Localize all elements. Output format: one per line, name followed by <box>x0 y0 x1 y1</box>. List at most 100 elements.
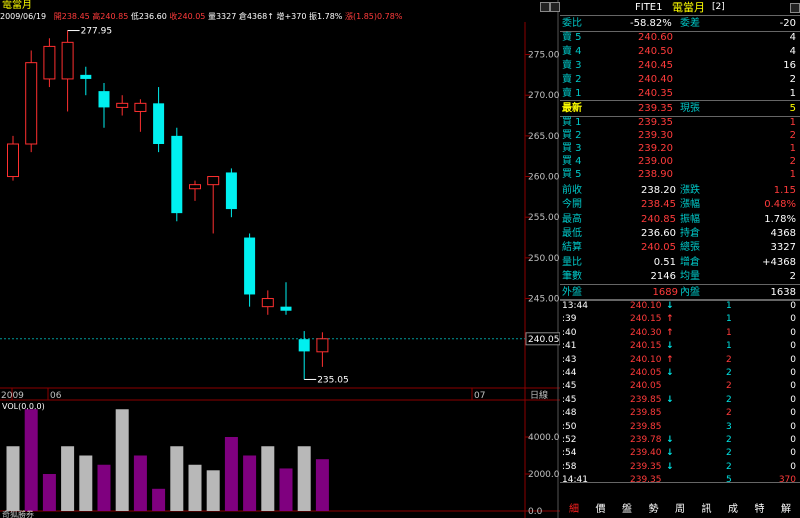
ask-price[interactable]: 240.35 <box>638 86 673 101</box>
tick-vol: 2 <box>726 408 732 419</box>
tick-oi: 0 <box>790 408 796 419</box>
tick-row: 13:44 240.10 ↓ 1 0 <box>560 300 800 313</box>
inner-value: 1638 <box>770 287 796 298</box>
tick-price: 239.85 <box>630 394 662 405</box>
price-axis-label: 245.00 <box>528 295 560 305</box>
volume-bar <box>315 459 329 511</box>
tick-time: :44 <box>562 368 577 378</box>
tab-3[interactable]: 勢 <box>642 503 666 517</box>
info-chg-pct: 0.78% <box>377 12 403 21</box>
tick-row: :44 240.05 ↓ 2 0 <box>560 367 800 380</box>
volume-bar <box>24 409 38 511</box>
volume-bar <box>133 455 147 511</box>
ask-price[interactable]: 240.40 <box>638 72 673 87</box>
tab-8[interactable]: 解 <box>774 503 798 517</box>
stat-value: 236.60 <box>641 227 676 239</box>
ask-vol: 2 <box>789 74 796 85</box>
chart-minimize-button[interactable] <box>540 2 550 12</box>
bid-row: 買 2 239.30 2 <box>560 128 800 141</box>
tick-row: :52 239.78 ↓ 2 0 <box>560 434 800 447</box>
candle-body <box>80 74 92 79</box>
tick-oi: 0 <box>790 448 796 459</box>
tick-time: 13:44 <box>562 301 588 311</box>
tick-time: :54 <box>562 448 577 459</box>
last-label: 最新 <box>562 103 582 114</box>
cur-vol-label: 現張 <box>680 103 700 114</box>
tick-time: :58 <box>562 461 577 472</box>
ask-label: 賣 5 <box>562 32 582 43</box>
tick-arrow-icon: ↓ <box>666 341 674 352</box>
tick-oi: 0 <box>790 301 796 311</box>
last-price: 239.35 <box>638 103 673 114</box>
stat-label-2: 均量 <box>680 270 700 282</box>
price-axis-label: 250.00 <box>528 254 560 264</box>
tab-6[interactable]: 成 <box>721 503 745 517</box>
tick-arrow-icon: ↓ <box>666 435 674 445</box>
ask-vol: 4 <box>789 46 796 57</box>
tick-oi: 0 <box>790 314 796 325</box>
tick-vol: 2 <box>726 394 732 405</box>
ask-price[interactable]: 240.50 <box>638 44 673 59</box>
info-oi-arrow: ↑ <box>267 12 274 21</box>
quote-name: 電當月 <box>672 1 705 14</box>
info-oi: 4368 <box>246 12 268 21</box>
tick-vol: 3 <box>726 421 732 432</box>
candle-body <box>153 103 165 144</box>
info-inc: +370 <box>284 12 307 21</box>
stat-value: 238.20 <box>641 185 676 196</box>
quote-close-button[interactable] <box>790 3 800 13</box>
tick-row: :50 239.85 3 0 <box>560 421 800 434</box>
stat-label: 最高 <box>562 213 582 225</box>
tick-arrow-icon: ↓ <box>666 394 674 405</box>
tick-time: :45 <box>562 381 577 392</box>
quote-symbol: FITE1 <box>635 2 663 13</box>
ratio-label: 委比 <box>562 18 582 29</box>
volume-axis-label: 2000.0 <box>528 470 560 480</box>
ask-price[interactable]: 240.45 <box>638 58 673 73</box>
tick-vol: 1 <box>726 301 732 311</box>
volume-bar <box>243 455 257 511</box>
tick-separator <box>560 299 800 300</box>
tick-separator-bottom <box>560 482 800 483</box>
tick-arrow-icon: ↑ <box>666 314 674 325</box>
tick-time: :52 <box>562 435 577 445</box>
volume-axis-label: 0.0 <box>528 507 543 517</box>
ask-row: 賣 4 240.50 4 <box>560 44 800 58</box>
tab-5[interactable]: 訊 <box>695 503 719 517</box>
tick-row: :39 240.15 ↑ 1 0 <box>560 313 800 326</box>
tick-arrow-icon: ↑ <box>666 327 674 338</box>
inner-label: 內盤 <box>680 287 700 298</box>
price-axis-label: 255.00 <box>528 213 560 223</box>
info-date: 2009/06/19 <box>0 12 47 21</box>
stat-row: 量比 0.51 增倉 +4368 <box>560 255 800 269</box>
tab-0[interactable]: 細 <box>562 503 586 517</box>
date-axis-month-start: 06 <box>50 391 62 401</box>
stat-row: 最高 240.85 振幅 1.78% <box>560 212 800 226</box>
tick-arrow-icon: ↓ <box>666 448 674 459</box>
chart-close-button[interactable] <box>550 2 560 12</box>
stat-value: 238.45 <box>641 199 676 211</box>
candle-body <box>261 298 274 308</box>
outer-label: 外盤 <box>562 287 582 298</box>
tick-oi: 0 <box>790 327 796 338</box>
tab-2[interactable]: 盤 <box>615 503 639 517</box>
candle-body <box>171 135 183 214</box>
tick-oi: 0 <box>790 341 796 352</box>
ask-price[interactable]: 240.60 <box>638 30 673 45</box>
info-open-label: 開 <box>53 12 62 21</box>
stat-value-2: 1.15 <box>773 185 796 196</box>
stat-value-2: 0.48% <box>764 199 796 211</box>
tick-vol: 2 <box>726 368 732 378</box>
tab-1[interactable]: 價 <box>589 503 613 517</box>
tab-4[interactable]: 周 <box>668 503 692 517</box>
tick-vol: 2 <box>726 461 732 472</box>
price-chart[interactable]: 275.00 270.00 265.00 260.00 255.00 250.00 245.… <box>0 0 560 518</box>
volume-bar <box>42 474 56 511</box>
tick-time: :41 <box>562 341 577 352</box>
tab-7[interactable]: 特 <box>748 503 772 517</box>
volume-bar <box>224 437 238 511</box>
ask-label: 賣 3 <box>562 60 582 71</box>
tick-price: 240.15 <box>630 341 662 352</box>
ohlc-info-line: 2009/06/19 開238.45 高240.85 低236.60 收240.… <box>0 11 558 22</box>
bid-price[interactable]: 238.90 <box>638 167 673 182</box>
